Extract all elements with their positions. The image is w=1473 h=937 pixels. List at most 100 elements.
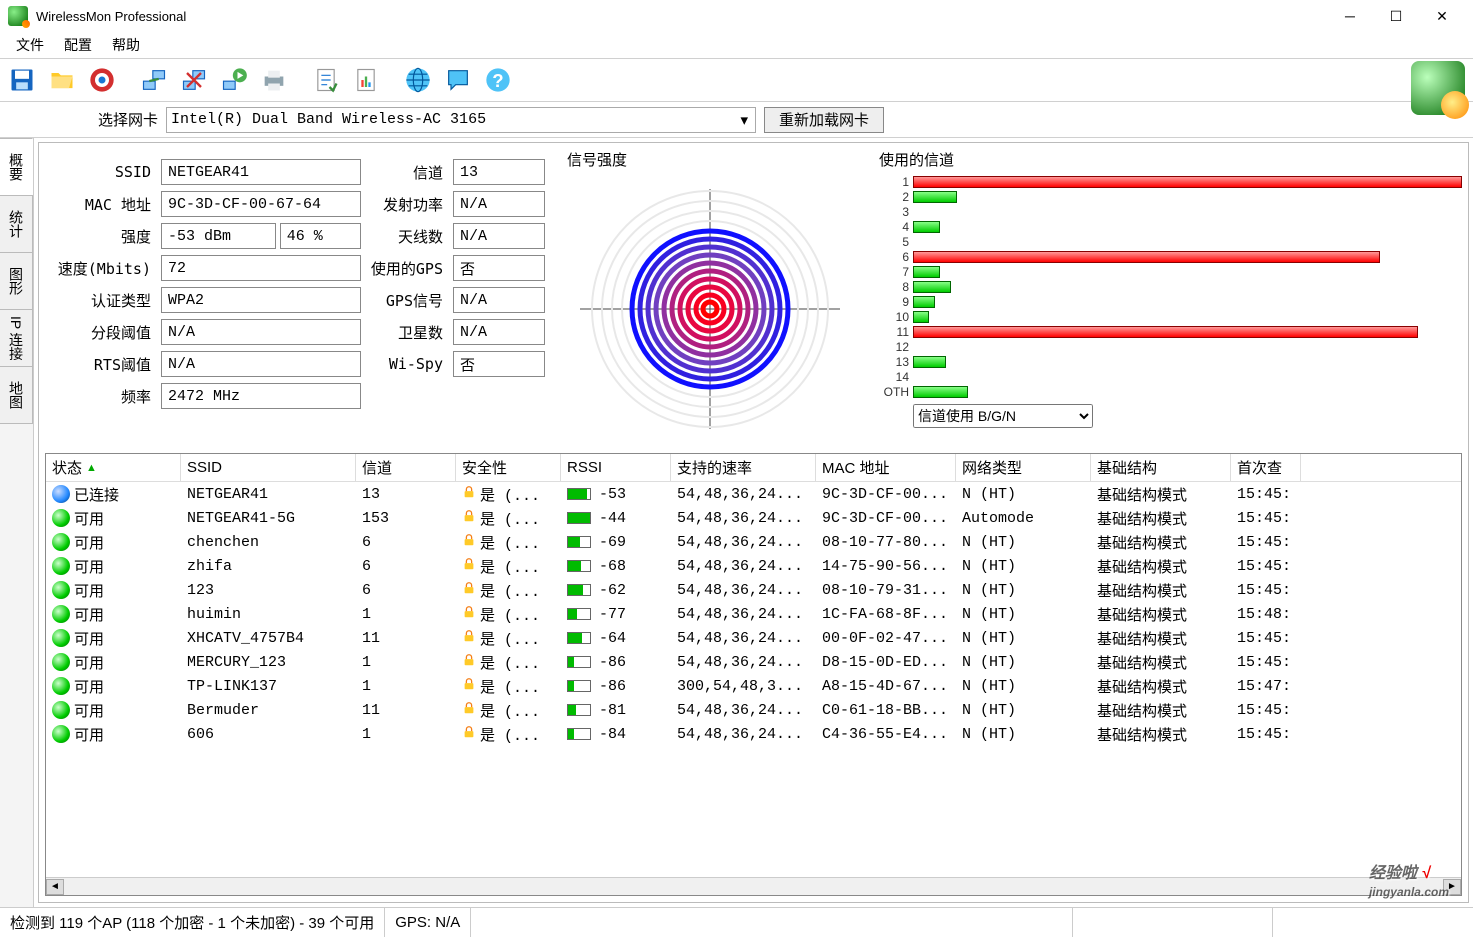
channel-usage-box: 使用的信道 1234567891011121314OTH 信道使用 B/G/N bbox=[879, 149, 1462, 443]
table-header: 状态 ▲ SSID 信道 安全性 RSSI 支持的速率 MAC 地址 网络类型 … bbox=[46, 454, 1461, 482]
status-orb-icon bbox=[52, 653, 70, 671]
window-title: WirelessMon Professional bbox=[36, 9, 1327, 24]
svg-text:?: ? bbox=[492, 70, 503, 91]
table-body[interactable]: 已连接NETGEAR4113 是 (...-5354,48,36,24...9C… bbox=[46, 482, 1461, 877]
mac-label: MAC 地址 bbox=[45, 194, 155, 215]
app-icon bbox=[8, 6, 28, 26]
about-button[interactable] bbox=[440, 62, 476, 98]
signal-radar bbox=[567, 174, 853, 434]
frag-value: N/A bbox=[161, 319, 361, 345]
info-grid: SSID NETGEAR41 信道 13 MAC 地址 9C-3D-CF-00-… bbox=[45, 149, 555, 443]
th-status[interactable]: 状态 ▲ bbox=[46, 454, 181, 481]
speed-label: 速度(Mbits) bbox=[45, 258, 155, 279]
gps-sig-label: GPS信号 bbox=[367, 290, 447, 311]
tab-ip[interactable]: IP 连接 bbox=[0, 309, 33, 367]
rts-label: RTS阈值 bbox=[45, 354, 155, 375]
tab-stats[interactable]: 统计 bbox=[0, 195, 33, 253]
status-aps: 检测到 119 个AP (118 个加密 - 1 个未加密) - 39 个可用 bbox=[0, 908, 385, 937]
target-button[interactable] bbox=[84, 62, 120, 98]
save-button[interactable] bbox=[4, 62, 40, 98]
title-bar: WirelessMon Professional ─ ☐ ✕ bbox=[0, 0, 1473, 32]
hscrollbar[interactable]: ◄ ► bbox=[46, 877, 1461, 895]
channel-title: 使用的信道 bbox=[879, 149, 1462, 170]
minimize-button[interactable]: ─ bbox=[1327, 1, 1373, 31]
sat-value: N/A bbox=[453, 319, 545, 345]
speed-value: 72 bbox=[161, 255, 361, 281]
toolbar: ? bbox=[0, 58, 1473, 102]
report-button[interactable] bbox=[348, 62, 384, 98]
table-row[interactable]: 可用huimin1 是 (...-7754,48,36,24...1C-FA-6… bbox=[46, 602, 1461, 626]
strength-label: 强度 bbox=[45, 226, 155, 247]
table-row[interactable]: 可用1236 是 (...-6254,48,36,24...08-10-79-3… bbox=[46, 578, 1461, 602]
table-row[interactable]: 可用XHCATV_4757B411 是 (...-6454,48,36,24..… bbox=[46, 626, 1461, 650]
freq-value: 2472 MHz bbox=[161, 383, 361, 409]
menu-config[interactable]: 配置 bbox=[56, 33, 100, 57]
table-row[interactable]: 可用NETGEAR41-5G153 是 (...-4454,48,36,24..… bbox=[46, 506, 1461, 530]
menu-file[interactable]: 文件 bbox=[8, 33, 52, 57]
watermark: 经验啦 √ jingyanla.com bbox=[1369, 859, 1449, 901]
lock-icon bbox=[462, 701, 476, 720]
th-nettype[interactable]: 网络类型 bbox=[956, 454, 1091, 481]
log-button[interactable] bbox=[308, 62, 344, 98]
status-orb-icon bbox=[52, 533, 70, 551]
ap-table: 状态 ▲ SSID 信道 安全性 RSSI 支持的速率 MAC 地址 网络类型 … bbox=[45, 453, 1462, 896]
auth-label: 认证类型 bbox=[45, 290, 155, 311]
web-button[interactable] bbox=[400, 62, 436, 98]
th-channel[interactable]: 信道 bbox=[356, 454, 456, 481]
th-security[interactable]: 安全性 bbox=[456, 454, 561, 481]
tab-graph[interactable]: 图形 bbox=[0, 252, 33, 310]
mac-value: 9C-3D-CF-00-67-64 bbox=[161, 191, 361, 217]
th-first[interactable]: 首次查 bbox=[1231, 454, 1301, 481]
auth-value: WPA2 bbox=[161, 287, 361, 313]
status-orb-icon bbox=[52, 605, 70, 623]
sat-label: 卫星数 bbox=[367, 322, 447, 343]
th-rssi[interactable]: RSSI bbox=[561, 454, 671, 481]
tab-map[interactable]: 地图 bbox=[0, 366, 33, 424]
lock-icon bbox=[462, 533, 476, 552]
lock-icon bbox=[462, 605, 476, 624]
strength-pct: 46 % bbox=[280, 223, 361, 249]
table-row[interactable]: 可用TP-LINK1371 是 (...-86300,54,48,3...A8-… bbox=[46, 674, 1461, 698]
play-button[interactable] bbox=[216, 62, 252, 98]
reload-adapter-button[interactable]: 重新加载网卡 bbox=[764, 107, 884, 133]
gps-sig-value: N/A bbox=[453, 287, 545, 313]
close-button[interactable]: ✕ bbox=[1419, 1, 1465, 31]
th-ssid[interactable]: SSID bbox=[181, 454, 356, 481]
scroll-left-icon[interactable]: ◄ bbox=[46, 879, 64, 895]
wispy-value: 否 bbox=[453, 351, 545, 377]
open-button[interactable] bbox=[44, 62, 80, 98]
table-row[interactable]: 可用chenchen6 是 (...-6954,48,36,24...08-10… bbox=[46, 530, 1461, 554]
th-rates[interactable]: 支持的速率 bbox=[671, 454, 816, 481]
adapter-select[interactable]: Intel(R) Dual Band Wireless-AC 3165 bbox=[166, 107, 756, 133]
table-row[interactable]: 可用Bermuder11 是 (...-8154,48,36,24...C0-6… bbox=[46, 698, 1461, 722]
menu-help[interactable]: 帮助 bbox=[104, 33, 148, 57]
status-orb-icon bbox=[52, 725, 70, 743]
table-row[interactable]: 已连接NETGEAR4113 是 (...-5354,48,36,24...9C… bbox=[46, 482, 1461, 506]
ant-label: 天线数 bbox=[367, 226, 447, 247]
channel-chart: 1234567891011121314OTH bbox=[879, 174, 1462, 400]
table-row[interactable]: 可用MERCURY_1231 是 (...-8654,48,36,24...D8… bbox=[46, 650, 1461, 674]
wispy-label: Wi-Spy bbox=[367, 355, 447, 373]
status-orb-icon bbox=[52, 581, 70, 599]
help-button[interactable]: ? bbox=[480, 62, 516, 98]
status-orb-icon bbox=[52, 701, 70, 719]
status-orb-icon bbox=[52, 557, 70, 575]
frag-label: 分段阈值 bbox=[45, 322, 155, 343]
th-mac[interactable]: MAC 地址 bbox=[816, 454, 956, 481]
connect-button[interactable] bbox=[136, 62, 172, 98]
table-row[interactable]: 可用6061 是 (...-8454,48,36,24...C4-36-55-E… bbox=[46, 722, 1461, 746]
disconnect-button[interactable] bbox=[176, 62, 212, 98]
txpower-value: N/A bbox=[453, 191, 545, 217]
lock-icon bbox=[462, 581, 476, 600]
ssid-value: NETGEAR41 bbox=[161, 159, 361, 185]
sort-asc-icon: ▲ bbox=[86, 462, 97, 474]
print-button[interactable] bbox=[256, 62, 292, 98]
side-tabs: 概要 统计 图形 IP 连接 地图 bbox=[0, 138, 34, 907]
channel-mode-select[interactable]: 信道使用 B/G/N bbox=[913, 404, 1093, 428]
table-row[interactable]: 可用zhifa6 是 (...-6854,48,36,24...14-75-90… bbox=[46, 554, 1461, 578]
status-bar: 检测到 119 个AP (118 个加密 - 1 个未加密) - 39 个可用 … bbox=[0, 907, 1473, 937]
th-infra[interactable]: 基础结构 bbox=[1091, 454, 1231, 481]
maximize-button[interactable]: ☐ bbox=[1373, 1, 1419, 31]
tab-summary[interactable]: 概要 bbox=[0, 138, 33, 196]
txpower-label: 发射功率 bbox=[367, 194, 447, 215]
